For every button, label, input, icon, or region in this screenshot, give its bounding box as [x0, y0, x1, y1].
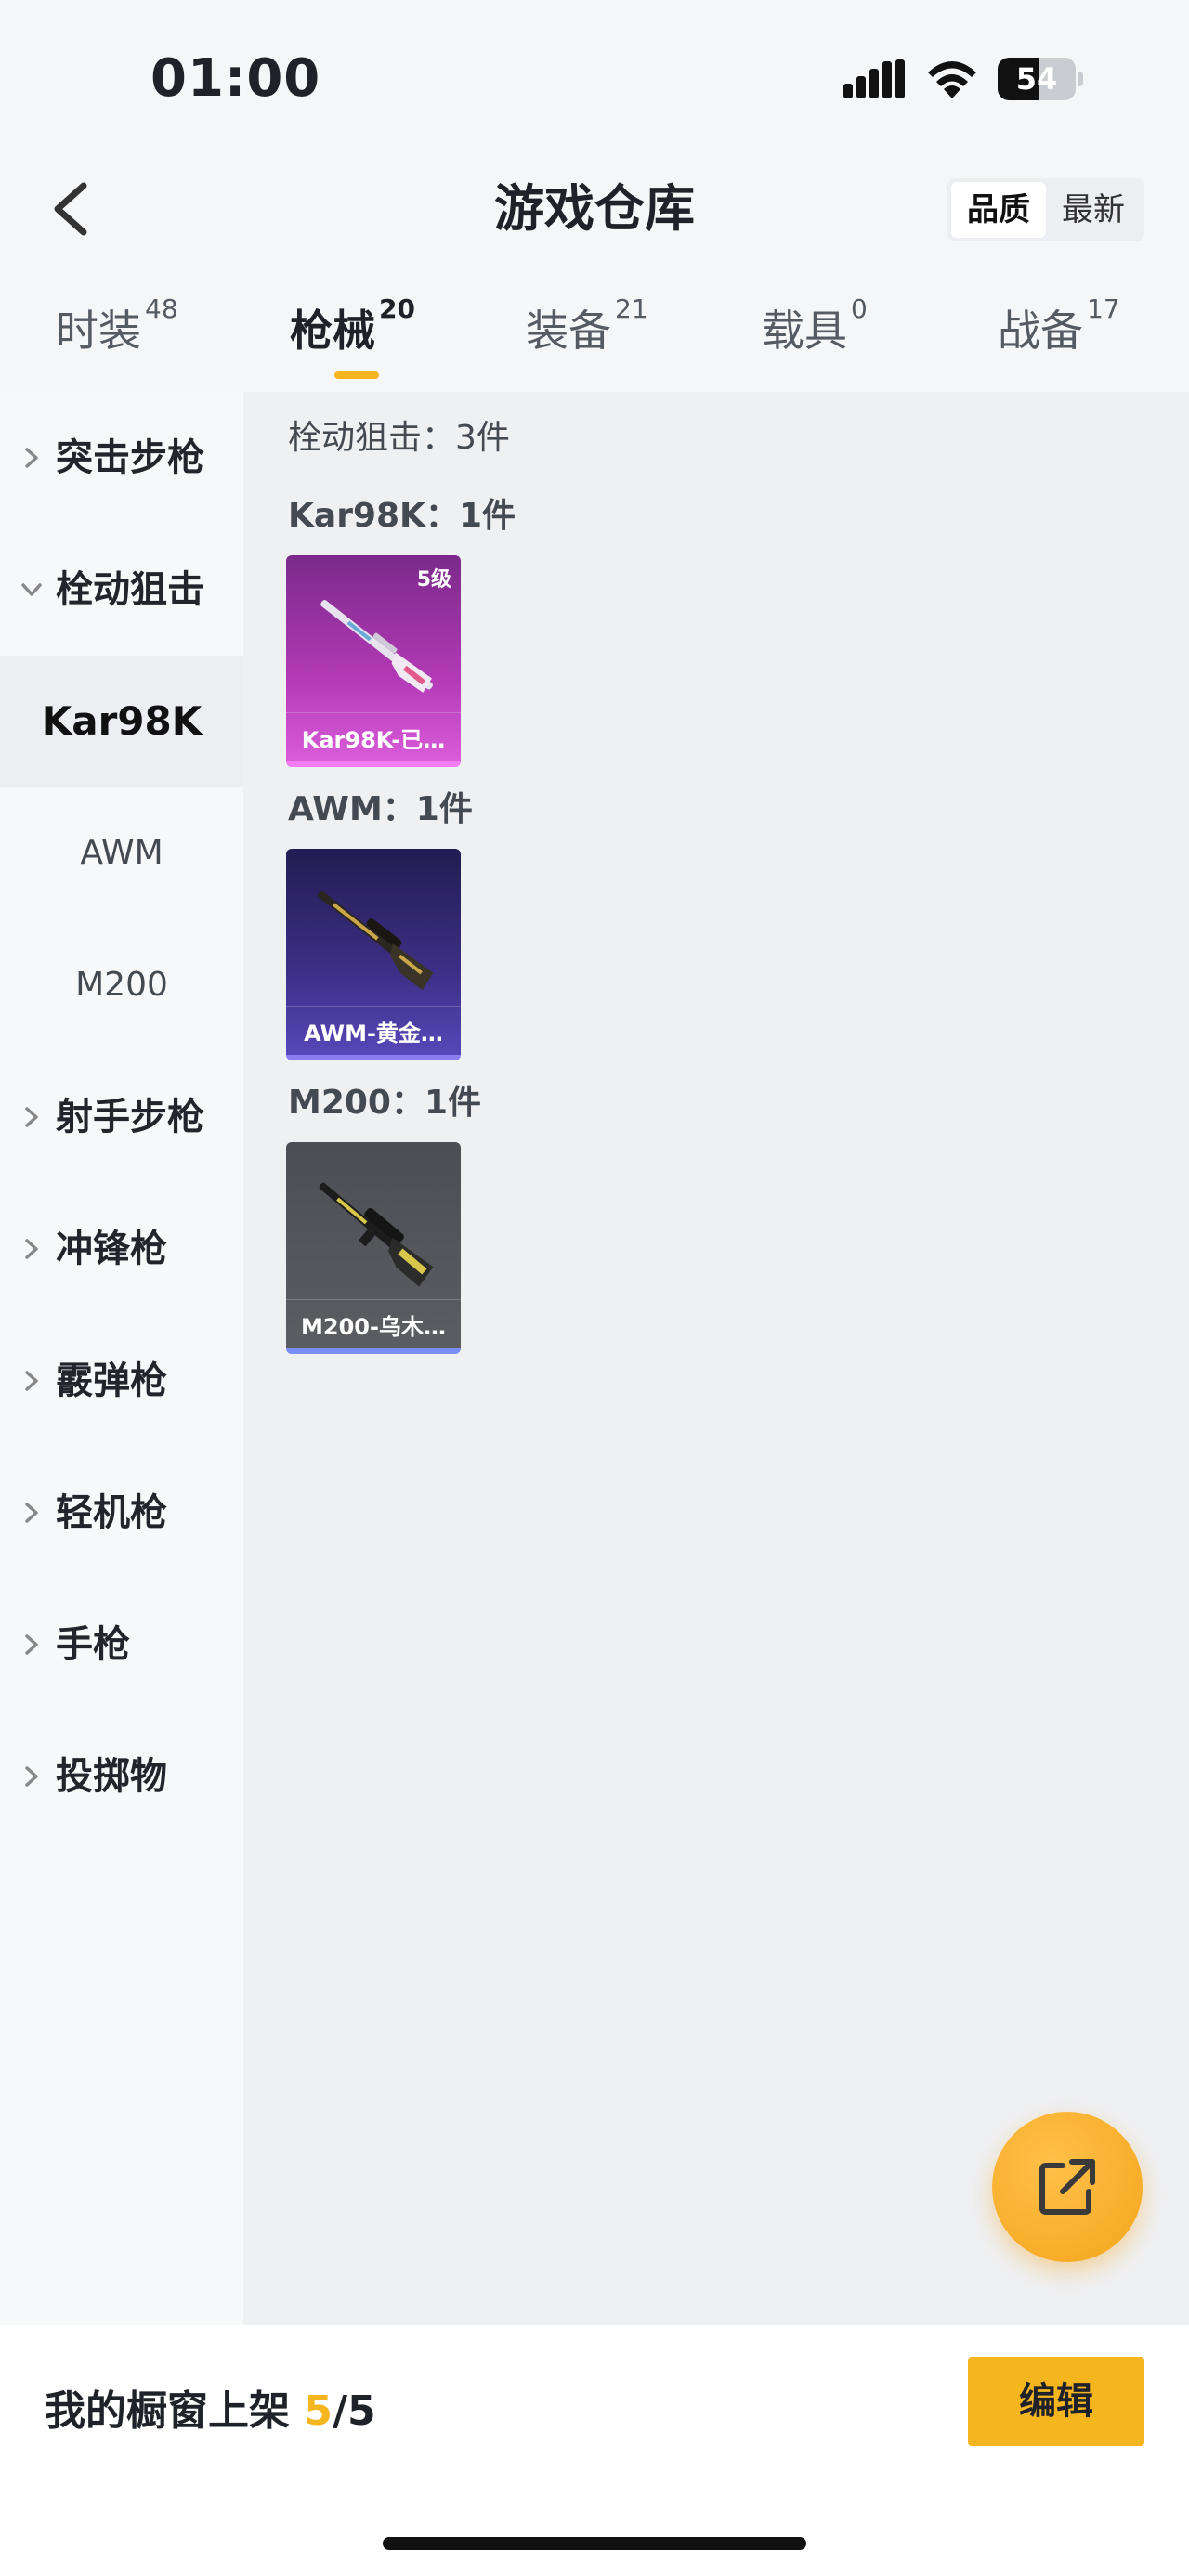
sidebar-item-label: 手枪: [56, 1623, 130, 1666]
item-name: Kar98K-已…: [301, 727, 446, 753]
chevron-down-icon: [21, 583, 42, 596]
showcase-current: 5: [304, 2387, 333, 2435]
showcase-count: 我的橱窗上架 5/5: [45, 2377, 376, 2437]
home-indicator: [383, 2537, 806, 2550]
sidebar-item-label: 冲锋枪: [56, 1228, 167, 1270]
group-title-m200: M200：1件: [288, 1084, 482, 1122]
tab-label: 装备: [526, 306, 611, 356]
sidebar-item-label: 栓动狙击: [56, 568, 204, 611]
chevron-right-icon: [25, 1634, 38, 1655]
item-card-kar98k[interactable]: 5级 Kar98K-已…: [286, 555, 461, 767]
cellular-signal-icon: [843, 59, 905, 98]
status-time: 01:00: [150, 48, 321, 109]
tab-vehicles[interactable]: 载具 0: [762, 293, 868, 377]
sort-toggle: 品质 最新: [947, 178, 1144, 241]
sort-quality-option[interactable]: 品质: [951, 182, 1046, 238]
tab-count: 0: [851, 293, 868, 324]
sidebar-item-assault-rifle[interactable]: 突击步枪: [0, 392, 243, 524]
section-title: 栓动狙击：3件: [288, 419, 510, 457]
sidebar-item-smg[interactable]: 冲锋枪: [0, 1183, 243, 1315]
tab-fashion[interactable]: 时装 48: [56, 293, 178, 377]
category-sidebar: 突击步枪 栓动狙击 Kar98K AWM M200 射手步枪 冲锋枪 霰弹枪 轻…: [0, 392, 243, 2325]
sidebar-item-throwable[interactable]: 投掷物: [0, 1711, 243, 1842]
item-name: M200-乌木…: [301, 1314, 446, 1340]
tab-gear[interactable]: 战备 17: [998, 293, 1120, 377]
sidebar-item-label: 射手步枪: [56, 1096, 204, 1138]
active-tab-indicator: [334, 371, 379, 379]
showcase-label: 我的橱窗上架: [45, 2387, 305, 2435]
item-card-m200[interactable]: M200-乌木…: [286, 1142, 461, 1354]
wifi-icon: [928, 61, 976, 98]
status-bar: 01:00 54: [0, 0, 1189, 158]
edit-button[interactable]: 编辑: [968, 2357, 1144, 2446]
tab-guns[interactable]: 枪械 20: [290, 293, 415, 379]
tab-count: 21: [615, 293, 648, 324]
sidebar-item-lmg[interactable]: 轻机枪: [0, 1447, 243, 1579]
sidebar-item-pistol[interactable]: 手枪: [0, 1579, 243, 1711]
battery-icon: 54: [998, 58, 1083, 100]
sort-newest-option[interactable]: 最新: [1046, 182, 1141, 238]
chevron-right-icon: [25, 448, 38, 468]
sidebar-sub-m200[interactable]: M200: [0, 919, 243, 1051]
chevron-right-icon: [25, 1107, 38, 1127]
item-list-panel: 栓动狙击：3件 Kar98K：1件 5级 Kar98K-已… AWM：1件 AW…: [243, 392, 1189, 2325]
awm-rifle-icon: [318, 891, 434, 991]
share-external-icon: [1039, 2159, 1095, 2215]
chevron-right-icon: [25, 1371, 38, 1391]
tab-count: 48: [145, 293, 178, 324]
kar98k-rifle-icon: [320, 600, 433, 693]
m200-rifle-icon: [319, 1182, 434, 1287]
showcase-separator: /: [332, 2387, 348, 2435]
chevron-right-icon: [25, 1766, 38, 1787]
sidebar-item-shotgun[interactable]: 霰弹枪: [0, 1315, 243, 1447]
share-fab-button[interactable]: [992, 2112, 1143, 2262]
sidebar-item-label: 轻机枪: [56, 1491, 167, 1534]
tab-label: 时装: [56, 306, 141, 356]
tab-label: 战备: [998, 306, 1083, 356]
chevron-right-icon: [25, 1239, 38, 1259]
sidebar-sub-kar98k[interactable]: Kar98K: [0, 656, 243, 787]
tab-count: 17: [1087, 293, 1120, 324]
nav-bar: 游戏仓库 品质 最新: [0, 158, 1189, 260]
sidebar-item-bolt-sniper[interactable]: 栓动狙击: [0, 524, 243, 656]
battery-percent: 54: [1015, 61, 1058, 97]
sidebar-item-label: 投掷物: [56, 1755, 167, 1798]
tab-count: 20: [379, 293, 415, 324]
tab-equipment[interactable]: 装备 21: [526, 293, 648, 377]
sidebar-item-label: 突击步枪: [56, 436, 204, 479]
group-title-kar98k: Kar98K：1件: [288, 497, 516, 535]
item-card-awm[interactable]: AWM-黄金…: [286, 849, 461, 1060]
group-title-awm: AWM：1件: [288, 790, 473, 828]
item-name: AWM-黄金…: [304, 1021, 443, 1047]
sidebar-item-marksman-rifle[interactable]: 射手步枪: [0, 1051, 243, 1183]
category-tabs: 时装 48 枪械 20 装备 21 载具 0 战备 17: [0, 279, 1189, 381]
sidebar-sub-awm[interactable]: AWM: [0, 787, 243, 919]
sidebar-item-label: 霰弹枪: [56, 1360, 167, 1402]
tab-label: 载具: [762, 306, 847, 356]
tab-label: 枪械: [290, 306, 375, 356]
chevron-right-icon: [25, 1503, 38, 1523]
showcase-total: 5: [347, 2387, 376, 2435]
